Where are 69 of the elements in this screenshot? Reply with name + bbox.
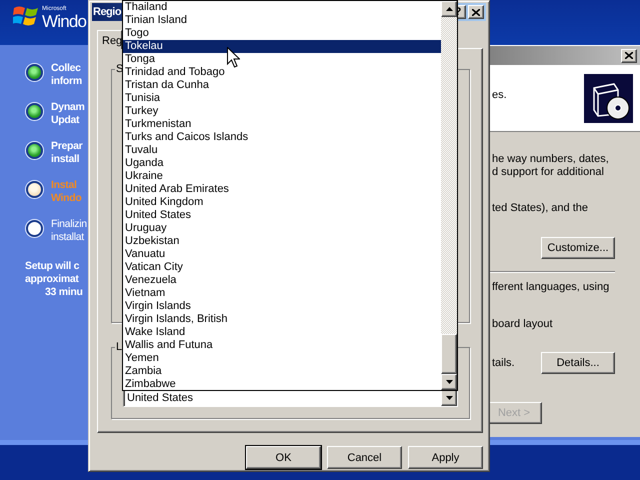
description-text: tails. xyxy=(492,356,515,370)
step-label: inform xyxy=(51,75,82,88)
dialog-button[interactable]: OK xyxy=(246,446,321,469)
close-button[interactable] xyxy=(468,5,484,19)
country-item[interactable]: Tonga xyxy=(123,53,441,66)
description-text: board layout xyxy=(492,318,554,331)
time-estimate: 33 minu xyxy=(44,286,83,299)
country-item[interactable]: Thailand xyxy=(123,1,441,14)
country-item[interactable]: Virgin Islands, British xyxy=(123,313,441,326)
country-item[interactable]: Uganda xyxy=(123,157,441,170)
country-item[interactable]: Uzbekistan xyxy=(123,235,441,248)
country-item[interactable]: Vatican City xyxy=(123,261,441,274)
step-label: Finalizin xyxy=(51,218,87,231)
country-item[interactable]: United Kingdom xyxy=(123,196,441,209)
country-item[interactable]: Tuvalu xyxy=(123,144,441,157)
description-text: he way numbers, dates, d support for additional xyxy=(492,153,610,179)
step-label: Prepar xyxy=(51,140,82,153)
dialog-button[interactable]: Cancel xyxy=(327,446,402,469)
dialog-button[interactable]: Apply xyxy=(408,446,483,469)
scroll-up-icon[interactable] xyxy=(441,1,457,17)
customize-button[interactable]: Customize... xyxy=(541,237,615,259)
country-item[interactable]: Uruguay xyxy=(123,222,441,235)
step-label: install xyxy=(51,153,80,166)
country-item[interactable]: Tunisia xyxy=(123,92,441,105)
product-logo: Windo xyxy=(42,12,86,32)
step-label: Instal xyxy=(51,179,77,192)
close-button[interactable] xyxy=(621,48,637,62)
cd-box-icon xyxy=(584,74,633,122)
step-label: Windo xyxy=(51,192,82,205)
scrollbar[interactable] xyxy=(441,1,457,390)
close-icon xyxy=(472,8,480,16)
country-item[interactable]: Zimbabwe xyxy=(123,378,441,391)
description-text: fferent languages, using xyxy=(492,281,610,294)
country-item[interactable]: Ukraine xyxy=(123,170,441,183)
step-label: Updat xyxy=(51,114,80,127)
header-text: es. xyxy=(492,88,507,102)
details-button[interactable]: Details... xyxy=(541,352,615,374)
country-item[interactable]: Tinian Island xyxy=(123,14,441,27)
step-label: Dynam xyxy=(51,101,85,114)
close-icon xyxy=(625,52,633,59)
country-item[interactable]: Togo xyxy=(123,27,441,40)
country-item[interactable]: United Arab Emirates xyxy=(123,183,441,196)
country-item[interactable]: Tristan da Cunha xyxy=(123,79,441,92)
group-label: L xyxy=(115,341,124,353)
dropdown-menu[interactable] xyxy=(122,0,458,391)
country-item[interactable]: Virgin Islands xyxy=(123,300,441,313)
step-label: installat xyxy=(51,231,84,244)
country-item[interactable]: Wake Island xyxy=(123,326,441,339)
description-text: ted States), and the xyxy=(492,202,590,215)
country-item[interactable]: Turkey xyxy=(123,105,441,118)
country-item[interactable]: United States xyxy=(123,209,441,222)
windows-flag-icon xyxy=(13,5,39,27)
scroll-thumb[interactable] xyxy=(441,334,457,374)
window-title: Regio xyxy=(93,6,122,18)
country-item[interactable]: Vanuatu xyxy=(123,248,441,261)
cursor-icon xyxy=(227,47,240,68)
step-label: Collec xyxy=(51,62,81,75)
time-estimate: Setup will c xyxy=(25,260,80,273)
country-item[interactable]: Wallis and Futuna xyxy=(123,339,441,352)
country-item[interactable]: Vietnam xyxy=(123,287,441,300)
country-item[interactable]: Yemen xyxy=(123,352,441,365)
country-item[interactable]: Zambia xyxy=(123,365,441,378)
country-item[interactable]: Turks and Caicos Islands xyxy=(123,131,441,144)
country-item[interactable]: Venezuela xyxy=(123,274,441,287)
country-item[interactable]: Turkmenistan xyxy=(123,118,441,131)
time-estimate: approximat xyxy=(25,273,79,286)
scroll-down-icon[interactable] xyxy=(441,374,457,390)
country-item[interactable]: Tokelau xyxy=(123,40,441,53)
country-item[interactable]: Trinidad and Tobago xyxy=(123,66,441,79)
